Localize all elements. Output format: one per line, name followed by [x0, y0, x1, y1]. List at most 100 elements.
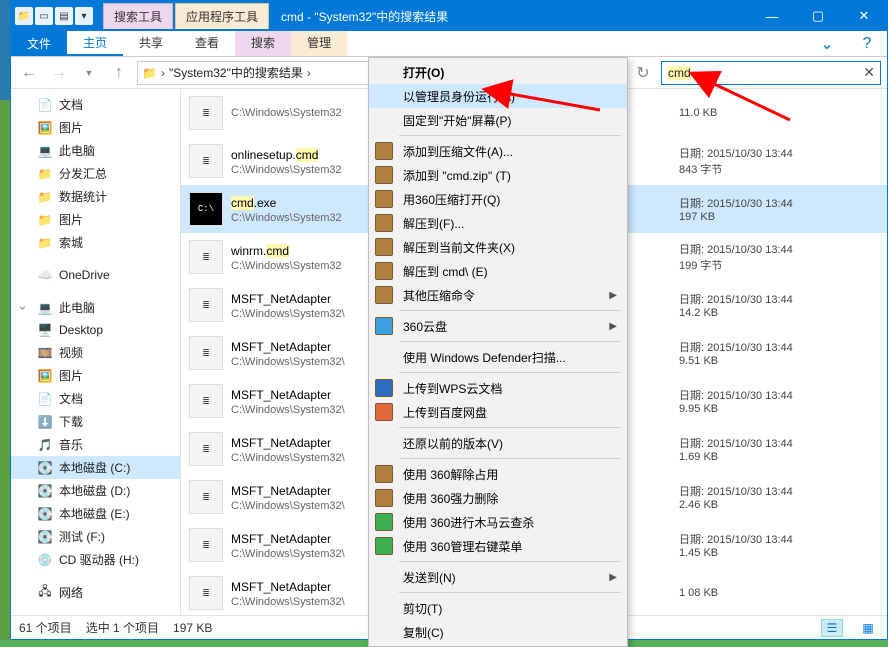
- minimize-button[interactable]: —: [749, 1, 795, 31]
- nav-item[interactable]: ⬇️下载: [11, 410, 180, 433]
- file-size: 1.45 KB: [679, 547, 879, 559]
- menu-item[interactable]: 其他压缩命令▶: [369, 283, 627, 307]
- help-icon[interactable]: ?: [847, 31, 887, 56]
- menu-item[interactable]: 解压到 cmd\ (E): [369, 259, 627, 283]
- menu-icon: [375, 142, 393, 160]
- nav-label: 本地磁盘 (E:): [59, 505, 130, 522]
- menu-label: 解压到(F)...: [403, 215, 464, 232]
- nav-item[interactable]: 💽本地磁盘 (D:): [11, 479, 180, 502]
- nav-label: 图片: [59, 119, 83, 136]
- nav-item[interactable]: 💽本地磁盘 (C:): [11, 456, 180, 479]
- file-name: winrm.cmd: [231, 244, 289, 258]
- menu-item[interactable]: 打开(O): [369, 60, 627, 84]
- file-size: 197 KB: [679, 211, 879, 223]
- menu-item[interactable]: 剪切(T): [369, 596, 627, 620]
- nav-label: 本地磁盘 (C:): [59, 459, 130, 476]
- nav-item[interactable]: 📄文档: [11, 387, 180, 410]
- menu-item[interactable]: 添加到压缩文件(A)...: [369, 139, 627, 163]
- qat-select-icon[interactable]: ▭: [35, 7, 53, 25]
- search-input[interactable]: cmd: [661, 61, 881, 85]
- file-icon: ≣: [189, 528, 223, 562]
- menu-icon: [375, 214, 393, 232]
- maximize-button[interactable]: ▢: [795, 1, 841, 31]
- ribbon-tab-share[interactable]: 共享: [123, 31, 179, 56]
- nav-item[interactable]: 💿 CD 驱动器 (H:): [11, 548, 180, 571]
- ribbon-tab-search[interactable]: 搜索: [235, 31, 291, 56]
- file-menu[interactable]: 文件: [11, 31, 67, 56]
- nav-item[interactable]: 📁分发汇总: [11, 162, 180, 185]
- menu-item[interactable]: 固定到"开始"屏幕(P): [369, 108, 627, 132]
- context-tab-search: 搜索工具: [103, 3, 173, 29]
- details-view-button[interactable]: ☰: [821, 619, 843, 637]
- menu-item[interactable]: 使用 360解除占用: [369, 462, 627, 486]
- up-button[interactable]: ↑: [107, 61, 131, 85]
- menu-item[interactable]: 使用 360强力删除: [369, 486, 627, 510]
- qat[interactable]: 📁 ▭ ▤ ▾: [11, 5, 97, 27]
- menu-item[interactable]: 解压到(F)...: [369, 211, 627, 235]
- nav-item[interactable]: 📁数据统计: [11, 185, 180, 208]
- nav-item[interactable]: 🎵音乐: [11, 433, 180, 456]
- nav-item[interactable]: 💻此电脑: [11, 139, 180, 162]
- menu-label: 固定到"开始"屏幕(P): [403, 112, 512, 129]
- menu-item[interactable]: 发送到(N)▶: [369, 565, 627, 589]
- file-name: onlinesetup.cmd: [231, 148, 318, 162]
- nav-label: 分发汇总: [59, 165, 107, 182]
- menu-label: 用360压缩打开(Q): [403, 191, 500, 208]
- nav-item[interactable]: 🖼️图片: [11, 364, 180, 387]
- menu-item[interactable]: 360云盘▶: [369, 314, 627, 338]
- menu-item[interactable]: 解压到当前文件夹(X): [369, 235, 627, 259]
- menu-icon: [375, 379, 393, 397]
- file-size: 1 08 KB: [679, 587, 879, 599]
- file-date: 日期: 2015/10/30 13:44: [679, 483, 879, 499]
- nav-label: 本地磁盘 (D:): [59, 482, 130, 499]
- nav-label: CD 驱动器 (H:): [59, 551, 139, 568]
- menu-label: 打开(O): [403, 64, 444, 81]
- nav-item[interactable]: 📄文档: [11, 93, 180, 116]
- icons-view-button[interactable]: ▦: [857, 619, 879, 637]
- nav-item[interactable]: 📁索城: [11, 231, 180, 254]
- clear-search-icon[interactable]: ✕: [863, 64, 875, 81]
- menu-item[interactable]: 上传到百度网盘: [369, 400, 627, 424]
- menu-item[interactable]: 添加到 "cmd.zip" (T): [369, 163, 627, 187]
- menu-item[interactable]: 用360压缩打开(Q): [369, 187, 627, 211]
- context-menu: 打开(O) 以管理员身份运行(A) 固定到"开始"屏幕(P) 添加到压缩文件(A)..…: [368, 57, 628, 647]
- back-button[interactable]: ←: [17, 61, 41, 85]
- folder-icon[interactable]: 📁: [15, 7, 33, 25]
- nav-item[interactable]: 📁图片: [11, 208, 180, 231]
- close-button[interactable]: ✕: [841, 1, 887, 31]
- menu-item[interactable]: 使用 Windows Defender扫描...: [369, 345, 627, 369]
- nav-item[interactable]: 🖧网络: [11, 581, 180, 604]
- menu-label: 以管理员身份运行(A): [403, 88, 515, 105]
- nav-item[interactable]: 🖥️Desktop: [11, 319, 180, 341]
- nav-label: 数据统计: [59, 188, 107, 205]
- i-icon: 🖼️: [37, 368, 53, 384]
- ribbon-tab-manage[interactable]: 管理: [291, 31, 347, 56]
- ribbon-expand[interactable]: ⌄: [807, 31, 847, 56]
- forward-button[interactable]: →: [47, 61, 71, 85]
- nav-item[interactable]: 💽本地磁盘 (E:): [11, 502, 180, 525]
- menu-item[interactable]: 使用 360管理右键菜单: [369, 534, 627, 558]
- menu-item[interactable]: 使用 360进行木马云查杀: [369, 510, 627, 534]
- menu-item[interactable]: 还原以前的版本(V): [369, 431, 627, 455]
- d-icon: 💿: [37, 552, 53, 568]
- refresh-button[interactable]: ↻: [631, 61, 655, 85]
- qat-props-icon[interactable]: ▤: [55, 7, 73, 25]
- file-name: MSFT_NetAdapter: [231, 484, 331, 498]
- nav-item[interactable]: ☁️OneDrive: [11, 264, 180, 286]
- nav-item[interactable]: 🖼️图片: [11, 116, 180, 139]
- nav-pane[interactable]: 📄文档🖼️图片💻此电脑📁分发汇总📁数据统计📁图片📁索城☁️OneDrive💻此电…: [11, 89, 181, 615]
- menu-item[interactable]: 上传到WPS云文档: [369, 376, 627, 400]
- i-icon: 🎞️: [37, 345, 53, 361]
- menu-item[interactable]: 复制(C): [369, 620, 627, 644]
- i-icon: 💻: [37, 143, 53, 159]
- nav-label: Desktop: [59, 323, 103, 337]
- nav-item[interactable]: 💻此电脑: [11, 296, 180, 319]
- menu-item[interactable]: 以管理员身份运行(A): [369, 84, 627, 108]
- ribbon-tab-home[interactable]: 主页: [67, 31, 123, 56]
- nav-item[interactable]: 💽测试 (F:): [11, 525, 180, 548]
- ribbon-tab-view[interactable]: 查看: [179, 31, 235, 56]
- breadcrumb-segment[interactable]: "System32"中的搜索结果: [169, 64, 303, 81]
- nav-item[interactable]: 🎞️视频: [11, 341, 180, 364]
- recent-button[interactable]: ▼: [77, 61, 101, 85]
- qat-more-icon[interactable]: ▾: [75, 7, 93, 25]
